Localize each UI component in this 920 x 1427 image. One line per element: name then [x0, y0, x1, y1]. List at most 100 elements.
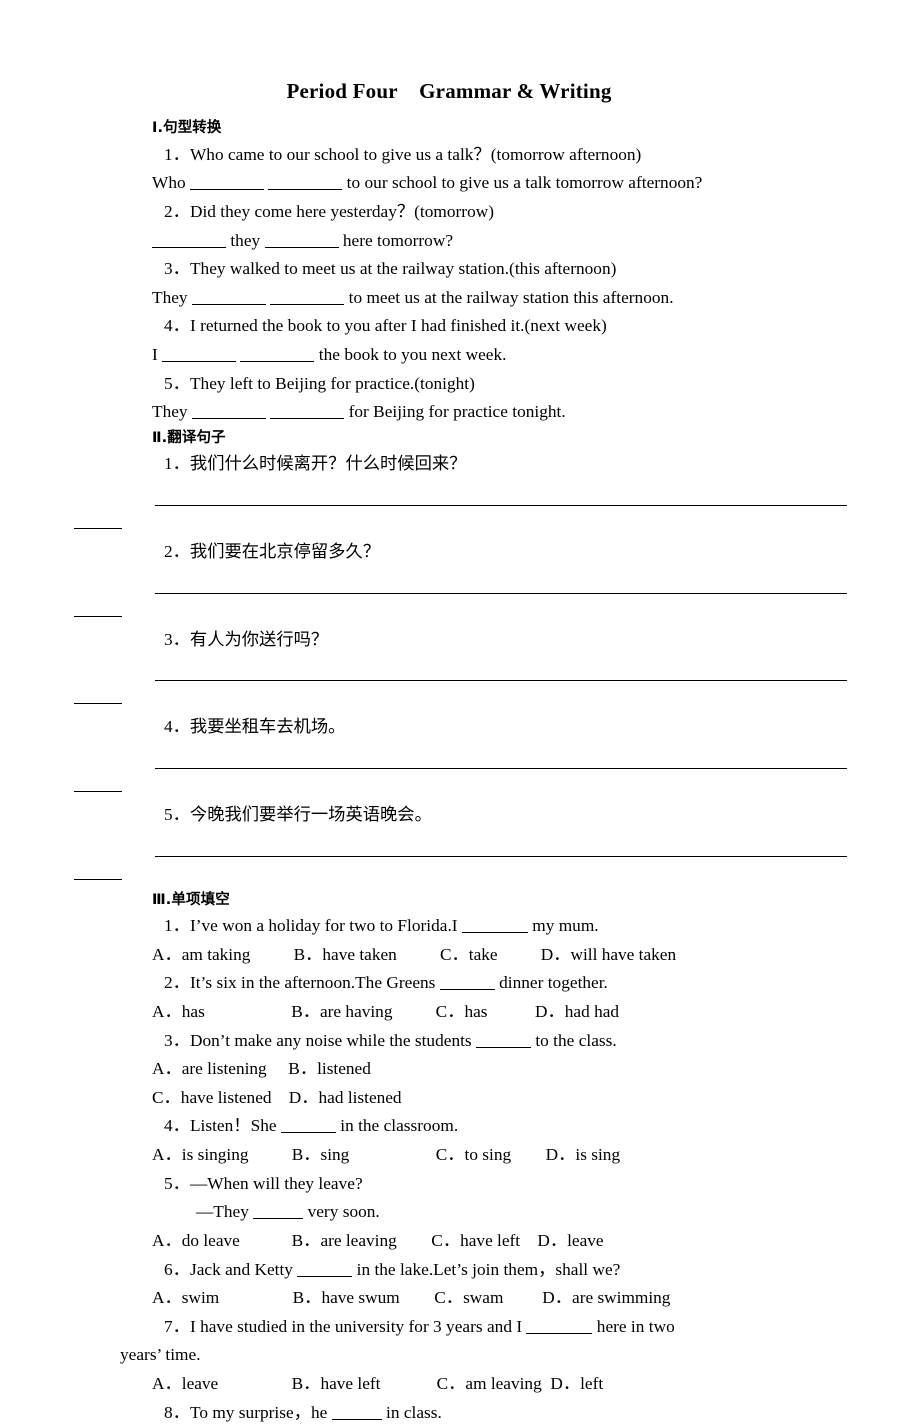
question-prompt: 1．我们什么时候离开？什么时候回来？: [164, 454, 467, 474]
question-prompt: 3．They walked to meet us at the railway …: [164, 259, 617, 279]
answer-text-post: to our school to give us a talk tomorrow…: [342, 173, 703, 193]
question-prompt: 6．Jack and Ketty in the lake.Let’s join …: [152, 1256, 802, 1285]
answer-rule-wrap: [74, 878, 122, 880]
question-text-post: very soon.: [303, 1202, 380, 1222]
fill-blank[interactable]: [162, 348, 237, 363]
worksheet-page: Period Four Grammar & Writing Ⅰ.句型转换 1．W…: [0, 0, 920, 1422]
fill-blank[interactable]: [152, 234, 226, 248]
option-row[interactable]: A．am taking B．have taken C．take D．will h…: [152, 941, 802, 970]
page-title: Period Four Grammar & Writing: [286, 79, 612, 103]
question-prompt: 2．Did they come here yesterday？(tomorrow…: [164, 201, 495, 221]
section-heading-multiple-choice: Ⅲ.单项填空: [152, 891, 230, 908]
answer-rule: [155, 592, 847, 594]
question-text-pre: 3．Don’t make any noise while the student…: [164, 1030, 477, 1050]
fill-blank[interactable]: [190, 176, 264, 191]
option-row[interactable]: A．do leave B．are leaving C．have left D．l…: [152, 1227, 802, 1256]
fill-blank[interactable]: [280, 1119, 336, 1134]
section-1-items: 1．Who came to our school to give us a ta…: [152, 141, 802, 427]
question-prompt: 3．Don’t make any noise while the student…: [152, 1027, 802, 1056]
question-prompt: 3．有人为你送行吗？: [164, 629, 329, 649]
answer-rule: [155, 505, 847, 507]
fill-blank[interactable]: [253, 1205, 304, 1220]
fill-blank[interactable]: [268, 176, 343, 191]
option-row[interactable]: A．is singing B．sing C．to sing D．is sing: [152, 1141, 802, 1170]
question-text-pre: 7．I have studied in the university for 3…: [164, 1316, 527, 1336]
answer-area[interactable]: [74, 592, 847, 617]
answer-line: They to meet us at the railway station t…: [152, 284, 802, 313]
question-prompt: 7．I have studied in the university for 3…: [152, 1313, 802, 1342]
answer-text-post: for Beijing for practice tonight.: [344, 402, 566, 422]
question-prompt: 5．—When will they leave?: [164, 1173, 363, 1193]
answer-text-post: the book to you next week.: [314, 345, 507, 365]
section-2-items: 1．我们什么时候离开？什么时候回来？ 2．我们要在北京停留多久？ 3．有人为你送…: [74, 450, 847, 888]
section-heading-translation: Ⅱ.翻译句子: [152, 429, 226, 446]
answer-text-pre: They: [152, 287, 192, 307]
answer-area[interactable]: [74, 505, 847, 530]
answer-rule-wrap: [74, 528, 122, 530]
question-text-pre: 8．To my surprise，he: [164, 1402, 332, 1422]
answer-area[interactable]: [74, 855, 847, 880]
fill-blank[interactable]: [191, 405, 266, 420]
question-text-pre: 4．Listen！She: [164, 1116, 281, 1136]
fill-blank[interactable]: [461, 919, 528, 934]
answer-rule-wrap: [74, 790, 122, 792]
question-prompt: 4．我要坐租车去机场。: [164, 717, 346, 737]
option-row[interactable]: A．leave B．have left C．am leaving D．left: [152, 1370, 802, 1399]
question-prompt: 8．To my surprise，he in class.: [152, 1399, 802, 1427]
answer-rule: [155, 680, 847, 682]
question-prompt-wrap: years’ time.: [120, 1345, 201, 1365]
answer-text-pre: I: [152, 345, 163, 365]
option-row[interactable]: C．have listened D．had listened: [152, 1084, 802, 1113]
question-text-post: in the classroom.: [335, 1116, 459, 1136]
question-text-pre: —They: [196, 1202, 254, 1222]
worksheet-body: Ⅰ.句型转换 1．Who came to our school to give …: [0, 117, 920, 1427]
question-prompt: 1．Who came to our school to give us a ta…: [164, 144, 642, 164]
fill-blank[interactable]: [526, 1320, 593, 1334]
question-prompt: 4．Listen！She in the classroom.: [152, 1112, 802, 1141]
answer-line: I the book to you next week.: [152, 341, 802, 370]
answer-text-mid: they: [226, 230, 265, 250]
option-row[interactable]: A．are listening B．listened: [152, 1055, 802, 1084]
fill-blank[interactable]: [264, 234, 339, 248]
fill-blank[interactable]: [191, 291, 266, 305]
answer-rule: [155, 855, 847, 857]
question-text-pre: 6．Jack and Ketty: [164, 1259, 298, 1279]
question-text-pre: 2．It’s six in the afternoon.The Greens: [164, 973, 440, 993]
question-text-post: to the class.: [531, 1030, 617, 1050]
answer-line: They for Beijing for practice tonight.: [152, 398, 802, 427]
question-text-post: dinner together.: [494, 973, 608, 993]
question-prompt-reply: —They very soon.: [152, 1198, 802, 1227]
question-text-post: in class.: [381, 1402, 442, 1422]
fill-blank[interactable]: [297, 1263, 353, 1277]
question-prompt: 4．I returned the book to you after I had…: [164, 316, 607, 336]
fill-blank[interactable]: [270, 405, 345, 420]
question-prompt: 2．It’s six in the afternoon.The Greens d…: [152, 969, 802, 998]
question-prompt: 2．我们要在北京停留多久？: [164, 542, 381, 562]
question-prompt: 5．They left to Beijing for practice.(ton…: [164, 373, 475, 393]
question-text-pre: 1．I’ve won a holiday for two to Florida.…: [164, 916, 462, 936]
answer-rule: [155, 767, 847, 769]
section-heading-sentence-transformation: Ⅰ.句型转换: [152, 120, 222, 137]
fill-blank[interactable]: [476, 1034, 532, 1048]
question-prompt: 1．I’ve won a holiday for two to Florida.…: [152, 912, 802, 941]
question-text-post: in the lake.Let’s join them，shall we?: [352, 1259, 621, 1279]
option-row[interactable]: A．has B．are having C．has D．had had: [152, 998, 802, 1027]
question-text-post: my mum.: [527, 916, 599, 936]
question-text-post: here in two: [592, 1316, 675, 1336]
answer-line: Who to our school to give us a talk tomo…: [152, 169, 802, 198]
answer-text-pre: They: [152, 402, 192, 422]
fill-blank[interactable]: [240, 348, 315, 363]
fill-blank[interactable]: [270, 291, 345, 305]
answer-text-post: here tomorrow?: [338, 230, 454, 250]
answer-area[interactable]: [74, 767, 847, 792]
fill-blank[interactable]: [331, 1406, 382, 1420]
answer-text-post: to meet us at the railway station this a…: [344, 287, 674, 307]
answer-rule-wrap: [74, 615, 122, 617]
answer-rule-wrap: [74, 703, 122, 705]
section-3-items: 1．I’ve won a holiday for two to Florida.…: [120, 912, 802, 1427]
answer-text-pre: Who: [152, 173, 190, 193]
answer-area[interactable]: [74, 680, 847, 705]
answer-line: they here tomorrow?: [152, 227, 802, 256]
option-row[interactable]: A．swim B．have swum C．swam D．are swimming: [152, 1284, 802, 1313]
fill-blank[interactable]: [439, 976, 495, 991]
